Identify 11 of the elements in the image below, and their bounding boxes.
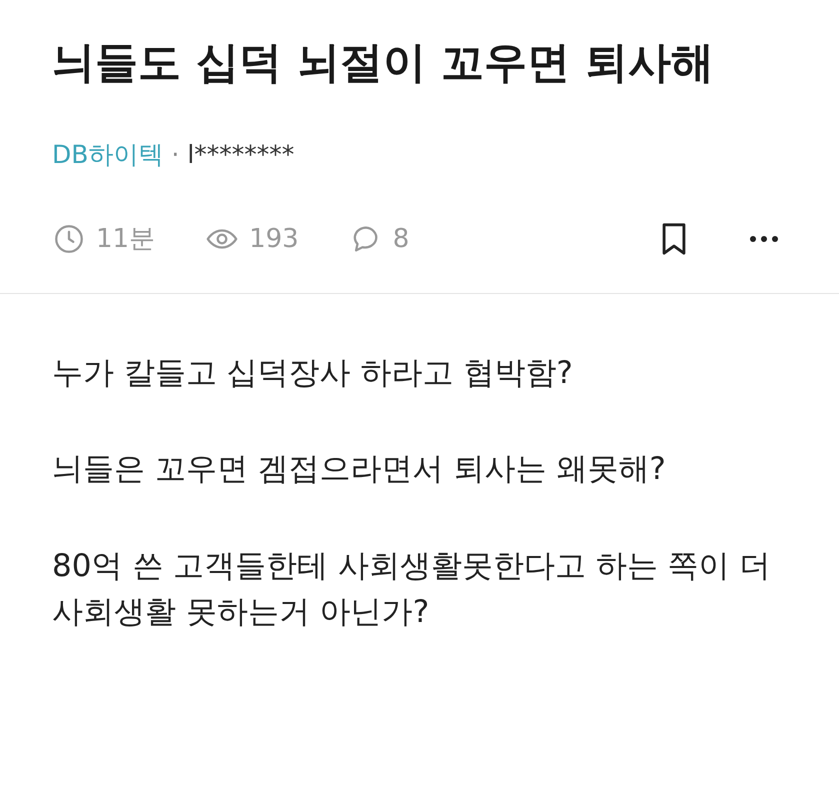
post-paragraph: 늬들은 꼬우면 겜접으라면서 퇴사는 왜못해? <box>52 450 667 490</box>
post-time: 11분 <box>96 223 156 256</box>
separator: · <box>171 140 180 169</box>
post-paragraph: 80억 쓴 고객들한테 사회생활못한다고 하는 쪽이 더 사회생활 못하는거 아닌가? <box>52 546 772 632</box>
company-link[interactable]: DB하이텍 <box>52 138 164 171</box>
more-icon[interactable] <box>749 234 779 243</box>
comment-count: 8 <box>392 224 410 254</box>
post-paragraph: 누가 칼들고 십덕장사 하라고 협박함? <box>52 354 574 393</box>
author-name: l******** <box>187 140 294 169</box>
post-title: 늬들도 십덕 뇌절이 꼬우면 퇴사해 <box>52 37 715 90</box>
view-count: 193 <box>249 224 299 254</box>
